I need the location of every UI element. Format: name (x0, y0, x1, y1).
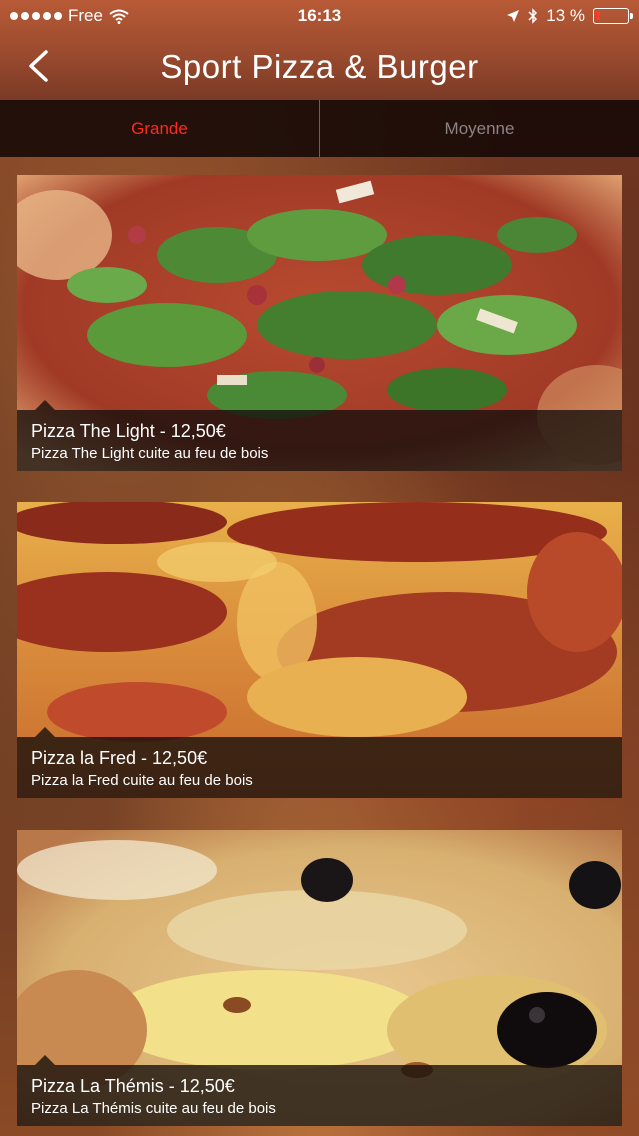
menu-item-card[interactable]: Pizza The Light - 12,50€ Pizza The Light… (17, 175, 622, 471)
bluetooth-icon (528, 8, 538, 24)
battery-icon (593, 8, 633, 24)
menu-item-card[interactable]: Pizza la Fred - 12,50€ Pizza la Fred cui… (17, 502, 622, 798)
battery-percent: 13 % (546, 6, 585, 25)
status-right-group: 13 % (506, 6, 633, 26)
item-caption: Pizza La Thémis - 12,50€ Pizza La Thémis… (17, 1055, 622, 1126)
item-caption: Pizza la Fred - 12,50€ Pizza la Fred cui… (17, 727, 622, 798)
page-title: Sport Pizza & Burger (160, 48, 479, 85)
battery-level (596, 11, 600, 20)
tab-moyenne[interactable]: Moyenne (320, 100, 639, 157)
item-title: Pizza The Light - 12,50€ (31, 421, 226, 441)
tab-grande[interactable]: Grande (0, 100, 319, 157)
status-bar: Free 16:13 13 % (0, 0, 639, 34)
item-subtitle: Pizza The Light cuite au feu de bois (31, 445, 269, 462)
item-subtitle: Pizza La Thémis cuite au feu de bois (31, 1100, 276, 1117)
menu-item-card[interactable]: Pizza La Thémis - 12,50€ Pizza La Thémis… (17, 830, 622, 1126)
nav-bar: Sport Pizza & Burger (0, 34, 639, 100)
location-arrow-icon (507, 10, 520, 22)
item-caption: Pizza The Light - 12,50€ Pizza The Light… (17, 400, 622, 471)
item-title: Pizza la Fred - 12,50€ (31, 748, 208, 768)
header: Free 16:13 13 % Sport Pizza & Burger (0, 0, 639, 100)
size-tabs: Grande Moyenne (0, 100, 639, 157)
item-subtitle: Pizza la Fred cuite au feu de bois (31, 772, 253, 789)
item-title: Pizza La Thémis - 12,50€ (31, 1076, 235, 1096)
